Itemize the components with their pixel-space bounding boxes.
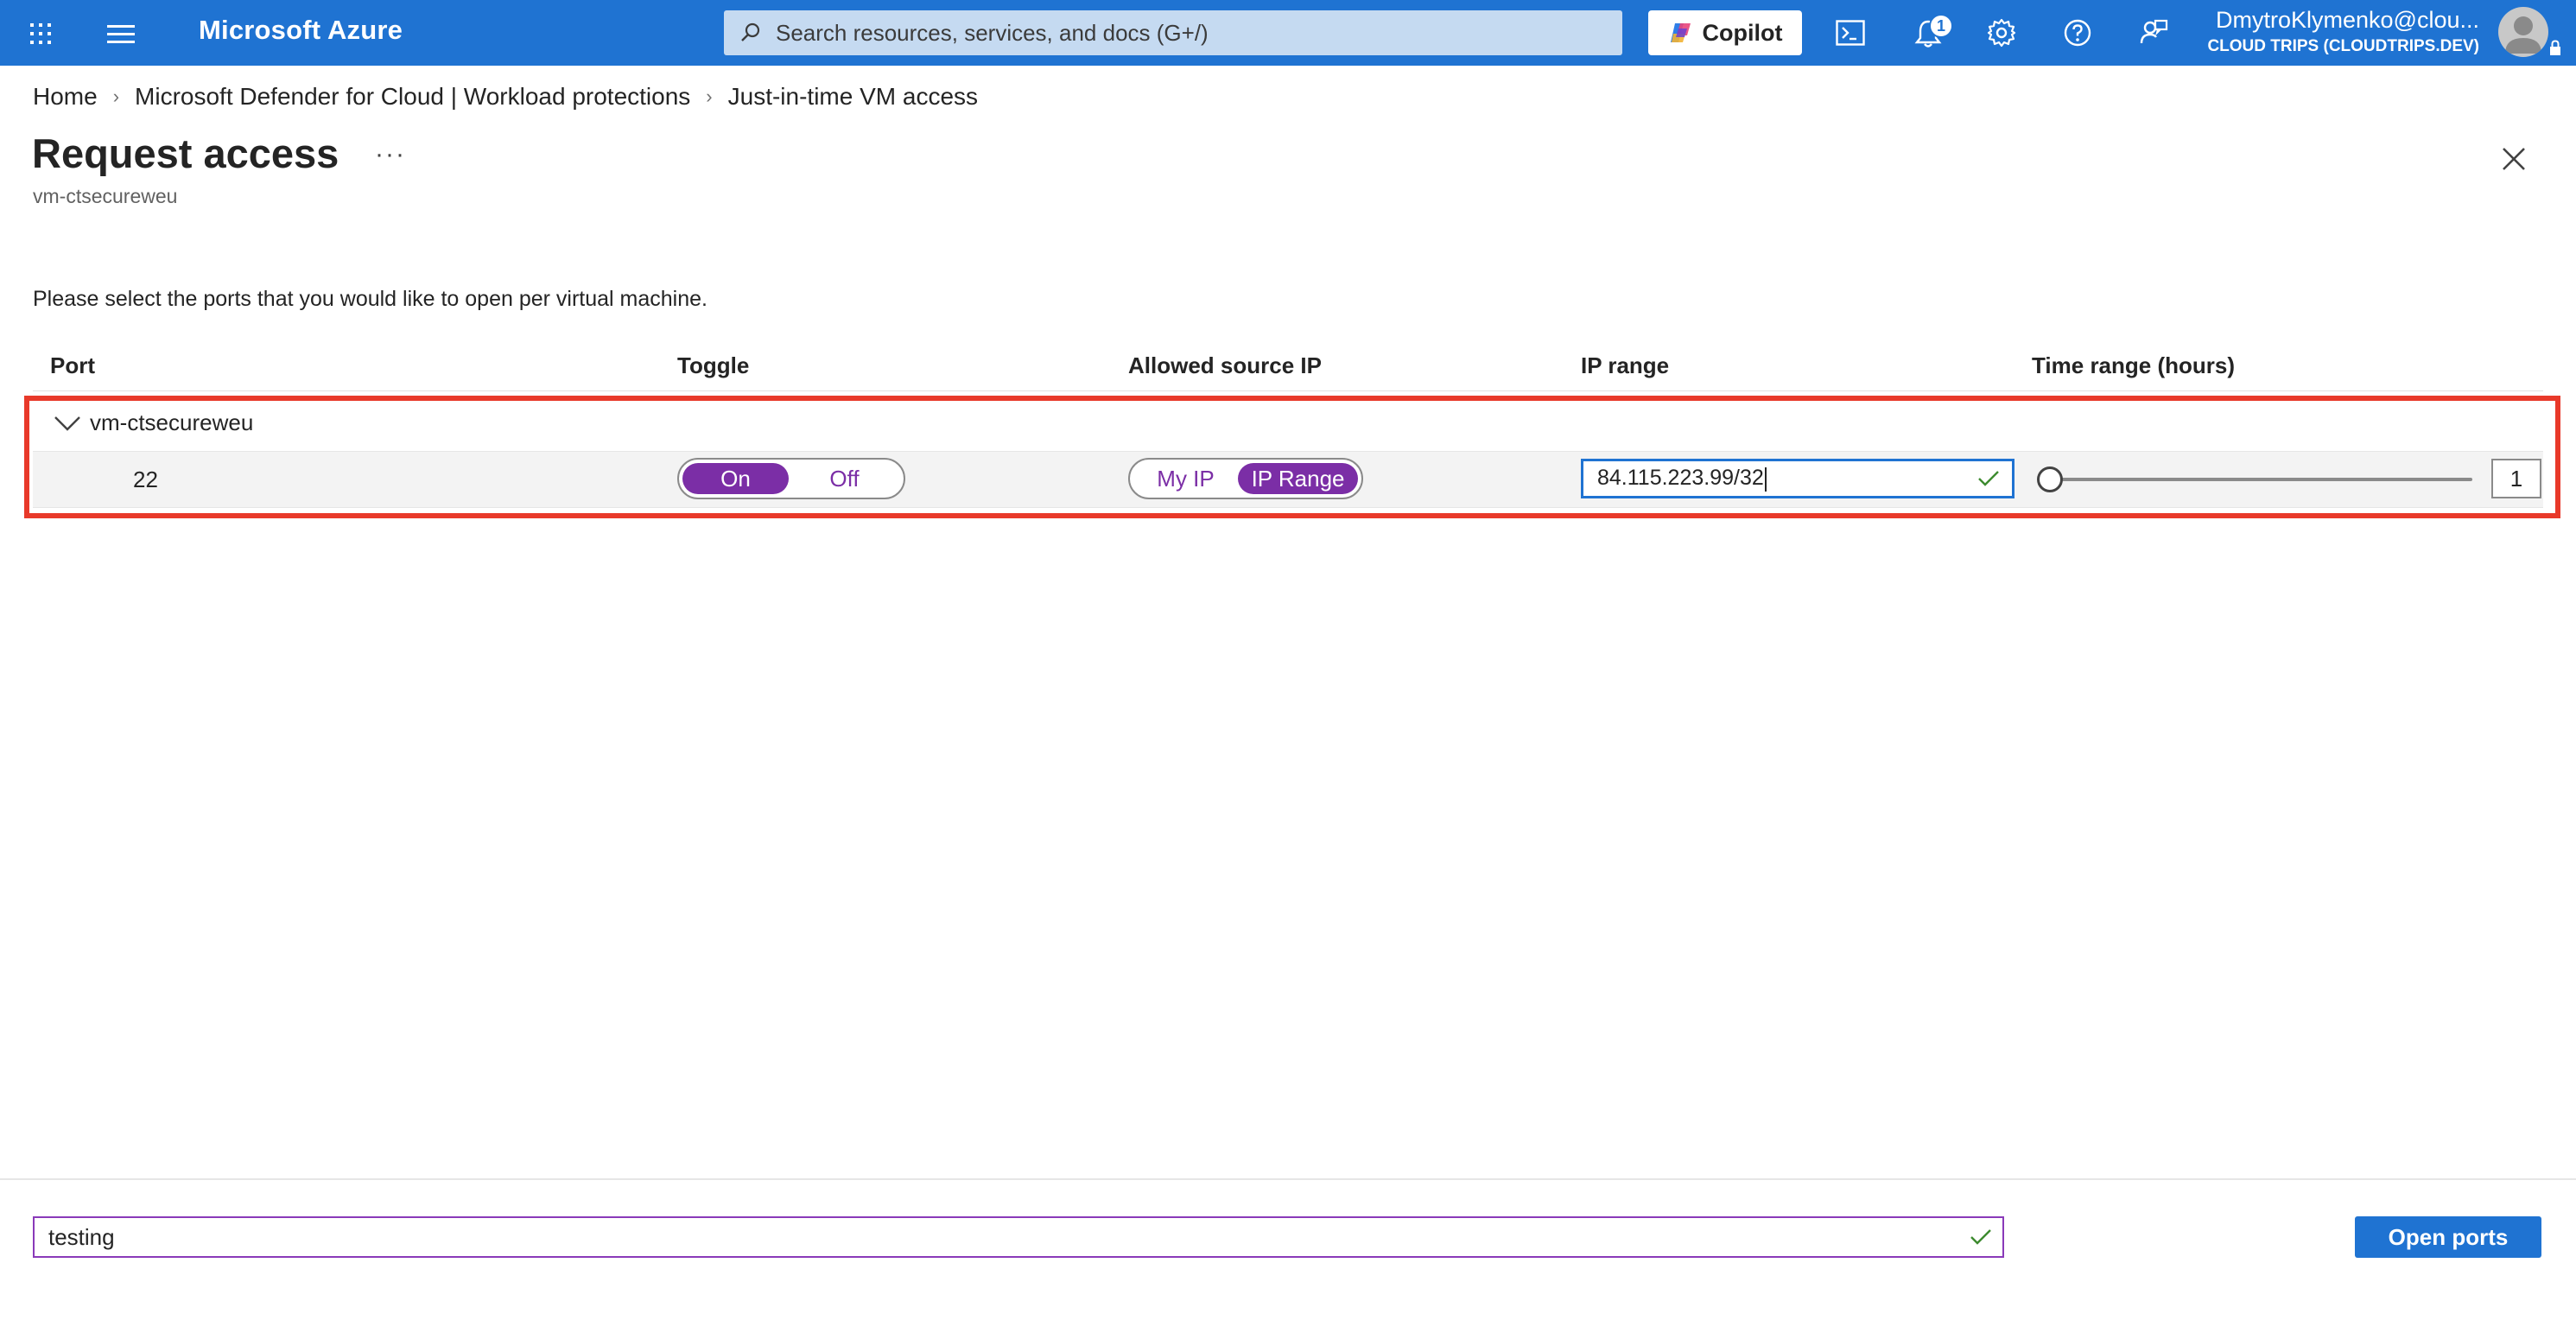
- avatar[interactable]: [2498, 7, 2548, 57]
- app-launcher-icon[interactable]: [26, 19, 55, 48]
- chevron-right-icon: ›: [706, 86, 713, 107]
- portal-menu-icon[interactable]: [105, 19, 136, 48]
- breadcrumb: Home › Microsoft Defender for Cloud | Wo…: [33, 83, 978, 111]
- breadcrumb-home[interactable]: Home: [33, 83, 98, 111]
- account-info[interactable]: DmytroKlymenko@clou... CLOUD TRIPS (CLOU…: [2203, 7, 2479, 56]
- column-header-time-range: Time range (hours): [2032, 352, 2236, 378]
- page-title: Request access: [32, 130, 339, 176]
- search-placeholder: Search resources, services, and docs (G+…: [776, 19, 1209, 46]
- lock-icon: [2548, 40, 2562, 61]
- help-icon[interactable]: [2061, 16, 2094, 49]
- justification-value: testing: [48, 1223, 115, 1250]
- column-header-toggle: Toggle: [677, 352, 750, 378]
- tenant-name: CLOUD TRIPS (CLOUDTRIPS.DEV): [2207, 37, 2479, 55]
- copilot-icon: [1670, 23, 1691, 42]
- column-header-allowed-source-ip: Allowed source IP: [1128, 352, 1322, 378]
- close-icon[interactable]: [2495, 140, 2533, 178]
- highlight-annotation-box: [24, 396, 2560, 518]
- global-search-input[interactable]: Search resources, services, and docs (G+…: [724, 10, 1622, 55]
- table-header-divider: [33, 390, 2543, 391]
- feedback-icon[interactable]: [2137, 16, 2170, 49]
- account-name: DmytroKlymenko@clou...: [2216, 7, 2479, 33]
- copilot-button[interactable]: Copilot: [1648, 10, 1802, 55]
- checkmark-icon: [1970, 1229, 1991, 1245]
- breadcrumb-defender-workload-protections[interactable]: Microsoft Defender for Cloud | Workload …: [135, 83, 690, 111]
- settings-gear-icon[interactable]: [1985, 16, 2018, 49]
- column-header-ip-range: IP range: [1581, 352, 1670, 378]
- copilot-label: Copilot: [1702, 19, 1783, 46]
- footer-divider: [0, 1178, 2576, 1180]
- more-options-button[interactable]: ···: [375, 140, 406, 169]
- breadcrumb-jit-vm-access[interactable]: Just-in-time VM access: [728, 83, 978, 111]
- top-bar: Microsoft Azure Search resources, servic…: [0, 0, 2576, 66]
- open-ports-button[interactable]: Open ports: [2355, 1216, 2541, 1258]
- justification-input[interactable]: testing: [33, 1216, 2004, 1258]
- brand-title[interactable]: Microsoft Azure: [199, 15, 403, 46]
- instructions-text: Please select the ports that you would l…: [33, 287, 707, 311]
- column-header-port: Port: [50, 352, 95, 378]
- notification-count-badge: 1: [1929, 14, 1953, 38]
- chevron-right-icon: ›: [112, 86, 120, 107]
- cloud-shell-icon[interactable]: [1833, 17, 1868, 48]
- search-icon: [741, 22, 760, 41]
- page-subtitle: vm-ctsecureweu: [33, 185, 178, 207]
